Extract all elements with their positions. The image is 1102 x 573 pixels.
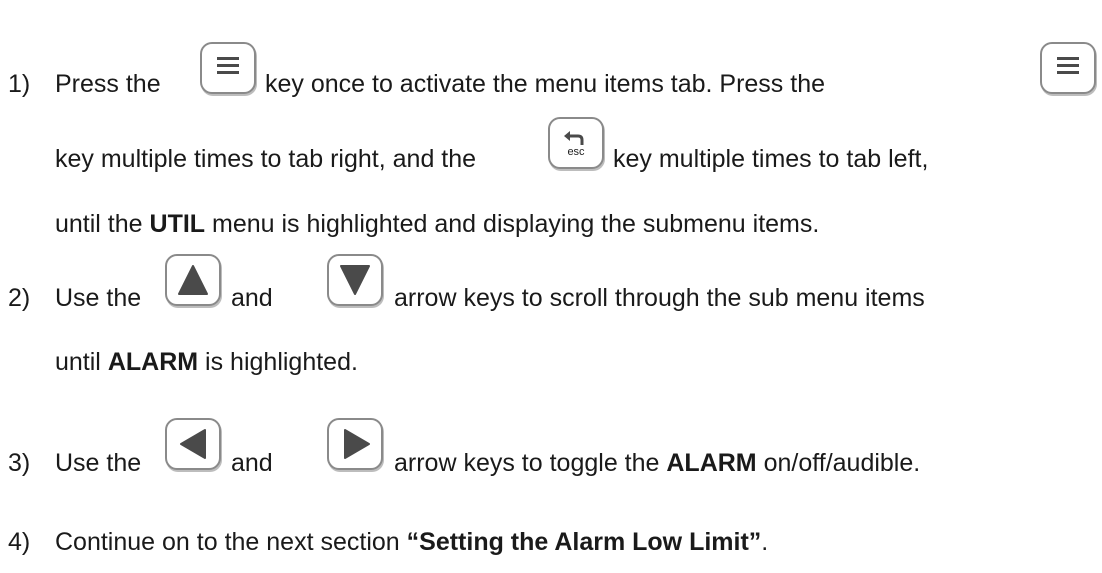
step-1-line-2b: key multiple times to tab left, bbox=[613, 145, 929, 173]
right-arrow-key bbox=[327, 418, 383, 470]
left-triangle-icon bbox=[180, 429, 206, 459]
step-2-number: 2) bbox=[8, 284, 31, 312]
step-1-line-1b: key once to activate the menu items tab.… bbox=[265, 70, 826, 98]
step-4-text-1a: Continue on to the next section bbox=[55, 528, 400, 556]
back-arrow-icon bbox=[564, 131, 584, 145]
menu-icon bbox=[217, 57, 239, 74]
step-1-text-3b: menu is highlighted and displaying the s… bbox=[212, 210, 820, 238]
step-4-period: . bbox=[761, 528, 769, 556]
left-arrow-key bbox=[165, 418, 221, 470]
step-3-line-1b: arrow keys to toggle the ALARM on/off/au… bbox=[394, 448, 920, 478]
alarm-toggle-label: ALARM bbox=[666, 449, 757, 477]
step-1-line-3: until the UTIL menu is highlighted and d… bbox=[55, 209, 819, 239]
up-triangle-icon bbox=[178, 265, 208, 295]
step-1-number: 1) bbox=[8, 70, 31, 98]
step-1-text-3a: until the bbox=[55, 210, 143, 238]
util-menu-label: UTIL bbox=[149, 210, 206, 238]
down-triangle-icon bbox=[340, 265, 370, 295]
section-reference: “Setting the Alarm Low Limit” bbox=[406, 528, 762, 556]
step-2-line-2: until ALARM is highlighted. bbox=[55, 347, 358, 377]
step-2-text-2b: is highlighted. bbox=[205, 348, 358, 376]
step-3-text-1c: on/off/audible. bbox=[763, 449, 921, 477]
menu-key-2 bbox=[1040, 42, 1096, 94]
step-3-line-1a: Use the bbox=[55, 449, 142, 477]
step-4-number: 4) bbox=[8, 528, 31, 556]
step-4-line-1: Continue on to the next section “Setting… bbox=[55, 527, 768, 557]
step-2-line-1a: Use the bbox=[55, 284, 142, 312]
right-triangle-icon bbox=[344, 429, 370, 459]
step-1-line-1a: Press the bbox=[55, 70, 161, 98]
step-3-text-1b: arrow keys to toggle the bbox=[394, 449, 660, 477]
menu-icon bbox=[1057, 57, 1079, 74]
esc-key: esc bbox=[548, 117, 604, 169]
step-3-and: and bbox=[231, 449, 273, 477]
down-arrow-key bbox=[327, 254, 383, 306]
step-2-line-1b: arrow keys to scroll through the sub men… bbox=[394, 284, 925, 312]
esc-label: esc bbox=[567, 146, 585, 158]
alarm-label: ALARM bbox=[107, 348, 199, 376]
up-arrow-key bbox=[165, 254, 221, 306]
step-2-text-2a: until bbox=[55, 348, 101, 376]
menu-key bbox=[200, 42, 256, 94]
step-2-and: and bbox=[231, 284, 273, 312]
step-3-number: 3) bbox=[8, 449, 31, 477]
step-1-line-2a: key multiple times to tab right, and the bbox=[55, 145, 477, 173]
